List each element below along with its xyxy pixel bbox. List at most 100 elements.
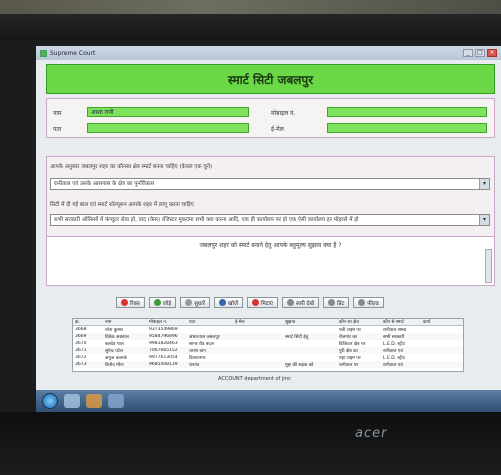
- mobile-label: मोबाइल नं.: [271, 110, 296, 117]
- column-header[interactable]: पता: [187, 319, 233, 325]
- table-cell: रानीताल समग्र: [383, 327, 407, 333]
- table-body: 3668 नरेश कुमार 9373549869 पत्री टाइम पर रान…: [73, 326, 463, 368]
- table-cell: डिजिटल क्षेत्र पर: [339, 341, 366, 347]
- table-cell: सागर रोड बदल: [189, 341, 214, 347]
- question2-selected: सभी सरकारी ऑफ़िसों में कंप्यूटर सेवा हो,…: [54, 217, 359, 223]
- column-header[interactable]: मोबाइल न.: [147, 319, 187, 325]
- close-button[interactable]: ×: [487, 49, 497, 57]
- column-header[interactable]: कार्य: [421, 319, 451, 325]
- browser-icon[interactable]: [86, 394, 102, 408]
- table-row[interactable]: 3669 विवेक अग्रवाल 9584796896 अंधारताल जबलप…: [73, 333, 463, 340]
- question1-selected: रानीताल एवं उसके आसपास के क्षेत्र का पुन…: [54, 181, 155, 187]
- column-header[interactable]: नाम: [103, 319, 147, 325]
- table-cell: 3671: [75, 348, 87, 353]
- suggestion-question: जबलपुर शहर को स्मार्ट बनाने हेतु आपके बह…: [199, 242, 342, 249]
- column-header[interactable]: सुझाव: [283, 319, 337, 325]
- table-cell: 9981828463: [149, 341, 178, 346]
- address-label: पता: [53, 126, 62, 133]
- table-row[interactable]: 3673 विनोद मीना 9685408139 धनवंत मुद्दा की स…: [73, 361, 463, 368]
- action-toolbar: रिक्त जोड़े सुधारें खोजें मिटाएं सारी दे…: [116, 297, 384, 308]
- table-cell: नरेश कुमार: [105, 327, 123, 333]
- table-cell: स्मार्ट सिटी हेतु: [285, 334, 309, 340]
- app-header: स्मार्ट सिटी जबलपुर: [46, 64, 495, 94]
- table-row[interactable]: 3668 नरेश कुमार 9373549869 पत्री टाइम पर रान…: [73, 326, 463, 333]
- background-wall: [0, 0, 501, 14]
- chevron-down-icon[interactable]: ▾: [479, 179, 489, 189]
- table-cell: रोजगार का: [339, 334, 357, 340]
- name-field[interactable]: आशा रानी: [87, 107, 249, 117]
- add-button[interactable]: जोड़े: [148, 297, 177, 308]
- field-button[interactable]: फील्ड: [353, 297, 384, 308]
- question2-select[interactable]: सभी सरकारी ऑफ़िसों में कंप्यूटर सेवा हो,…: [50, 214, 490, 226]
- table-cell: 9685408139: [149, 362, 178, 367]
- edit-button[interactable]: सुधारें: [180, 297, 210, 308]
- table-cell: L.E.D. स्ट्रीट: [383, 341, 405, 347]
- mobile-field[interactable]: [327, 107, 487, 117]
- column-header[interactable]: कौन सा क्षेत्र: [337, 319, 381, 325]
- view-all-button[interactable]: सारी देखें: [281, 297, 319, 308]
- footer-text: ACCOUNT department of jmc: [218, 376, 291, 382]
- table-cell: L.E.D. स्ट्रीट: [383, 355, 405, 361]
- delete-button[interactable]: मिटाएं: [247, 297, 278, 308]
- add-icon: [153, 299, 161, 306]
- column-header[interactable]: ई-मेल: [233, 319, 283, 325]
- table-row[interactable]: 3671 सुरेन्द्र पटेल 7067665152 चरणा बाग पुरी…: [73, 347, 463, 354]
- records-table[interactable]: क्र. नाम मोबाइल न. पता ई-मेल सुझाव कौन स…: [72, 318, 464, 372]
- table-cell: पुरी क्षेत्र का: [339, 348, 358, 354]
- column-header[interactable]: कौन से स्मार्ट: [381, 319, 421, 325]
- table-cell: 9373549869: [149, 327, 178, 332]
- question1-select[interactable]: रानीताल एवं उसके आसपास के क्षेत्र का पुन…: [50, 178, 490, 190]
- chevron-down-icon[interactable]: ▾: [479, 215, 489, 225]
- table-cell: मुद्दा की सड़क को: [285, 362, 314, 368]
- screen: Supreme Court _ □ × स्मार्ट सिटी जबलपुर …: [36, 46, 501, 412]
- print-button[interactable]: प्रिंट: [322, 297, 350, 308]
- table-cell: पहा टाइम पर: [339, 355, 361, 361]
- media-icon[interactable]: [108, 394, 124, 408]
- name-label: नाम: [53, 110, 62, 117]
- email-field[interactable]: [327, 123, 487, 133]
- list-icon: [286, 299, 294, 306]
- table-cell: बलदेव पाल: [105, 341, 124, 347]
- personal-info-panel: नाम आशा रानी पता मोबाइल नं. ई-मेल: [46, 98, 495, 138]
- search-button[interactable]: खोजें: [214, 297, 244, 308]
- table-cell: विनोद मीना: [105, 362, 124, 368]
- table-cell: सभी सरकारी: [383, 334, 405, 340]
- table-cell: 7067665152: [149, 348, 178, 353]
- table-cell: 3669: [75, 334, 87, 339]
- table-cell: अनुज कलार्क: [105, 355, 127, 361]
- window-title: Supreme Court: [50, 49, 96, 57]
- table-cell: विजयनगर: [189, 355, 206, 361]
- question2-label: सिटी में दी गई बाल एवं स्मार्ट सॉल्यूशन …: [50, 202, 194, 208]
- printer-icon: [327, 299, 335, 306]
- table-cell: 9977613054: [149, 355, 178, 360]
- suggestion-panel: जबलपुर शहर को स्मार्ट बनाने हेतु आपके बह…: [46, 236, 495, 286]
- clear-button[interactable]: रिक्त: [116, 297, 145, 308]
- table-cell: अंधारताल जबलपुर: [189, 334, 220, 340]
- cancel-icon: [121, 299, 128, 306]
- monitor-brand-logo: acer: [355, 426, 388, 441]
- start-button[interactable]: [42, 393, 58, 409]
- table-cell: सुरेन्द्र पटेल: [105, 348, 123, 354]
- table-cell: पत्री टाइम पर: [339, 327, 361, 333]
- table-cell: 3668: [75, 327, 87, 332]
- table-cell: धनवंत: [189, 362, 200, 368]
- search-icon: [219, 299, 226, 306]
- delete-icon: [252, 299, 260, 306]
- minimize-button[interactable]: _: [463, 49, 473, 57]
- table-cell: 3672: [75, 355, 87, 360]
- question1-label: आपके अनुसार जबलपुर शहर का कौनसा क्षेत्र …: [50, 164, 213, 170]
- table-row[interactable]: 3670 बलदेव पाल 9981828463 सागर रोड बदल डिजिट…: [73, 340, 463, 347]
- table-cell: रानीताल पर: [339, 362, 359, 368]
- table-cell: 3670: [75, 341, 87, 346]
- table-cell: विवेक अग्रवाल: [105, 334, 129, 340]
- pencil-icon: [185, 299, 193, 306]
- taskbar: [36, 390, 501, 412]
- column-header[interactable]: क्र.: [73, 319, 103, 325]
- address-field[interactable]: [87, 123, 249, 133]
- explorer-icon[interactable]: [64, 394, 80, 408]
- suggestion-scrollbar[interactable]: [485, 249, 492, 283]
- table-row[interactable]: 3672 अनुज कलार्क 9977613054 विजयनगर पहा टाइम…: [73, 354, 463, 361]
- table-cell: 9584796896: [149, 334, 178, 339]
- table-cell: चरणा बाग: [189, 348, 206, 354]
- maximize-button[interactable]: □: [475, 49, 485, 57]
